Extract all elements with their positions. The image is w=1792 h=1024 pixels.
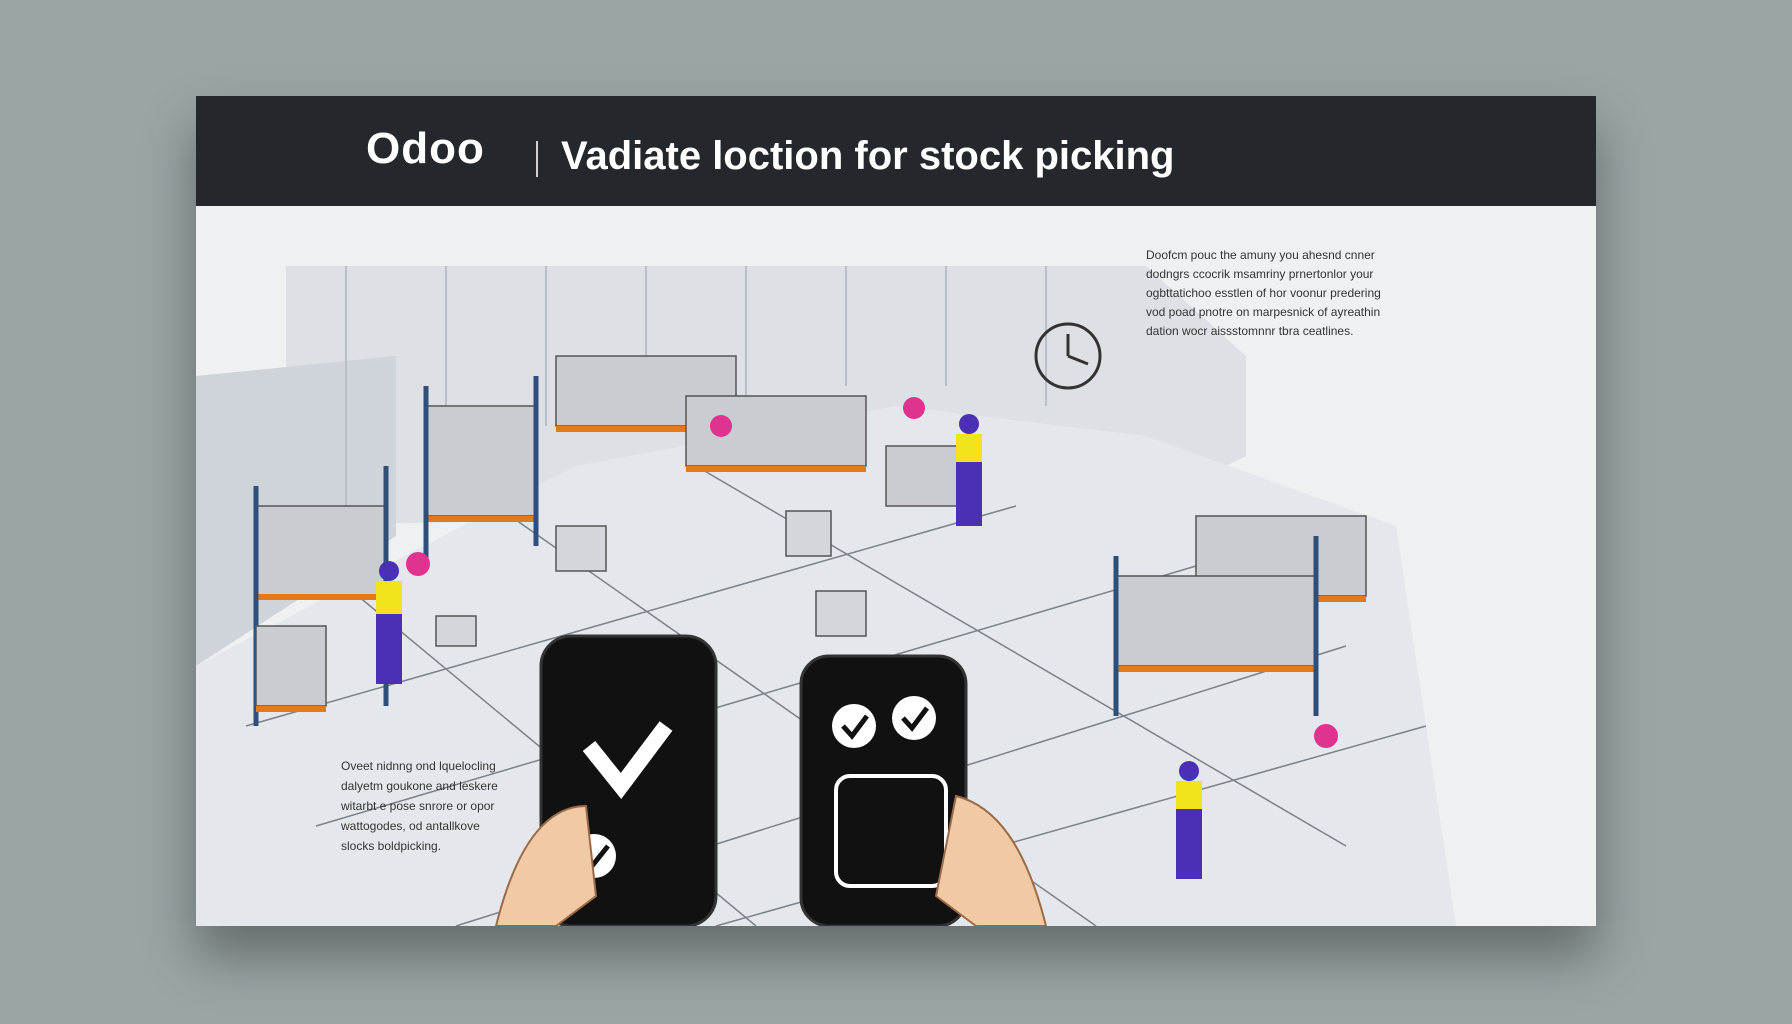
description-line: witarbt e pose snrore or opor (341, 799, 495, 813)
description-line: dalyetm goukone and leskere (341, 779, 498, 793)
banner-header: Odoo Vadiate loction for stock picking (196, 96, 1596, 206)
description-line: Doofcm pouc the amuny you ahesnd cnner (1146, 248, 1375, 262)
banner: Odoo Vadiate loction for stock picking D… (196, 96, 1596, 926)
description-line: ogbttatichoo esstlen of hor voonur prede… (1146, 286, 1381, 300)
brand-logo: Odoo (366, 124, 485, 173)
page-title: Vadiate loction for stock picking (561, 134, 1175, 178)
description-line: vod poad pnotre on marpesnick of ayreath… (1146, 305, 1381, 319)
description-line: Oveet nidnng ond lquelocling (341, 759, 496, 773)
description-line: dodngrs ccocrik msamriny prnertonlor you… (1146, 267, 1374, 281)
description-line: wattogodes, od antallkove (341, 819, 480, 833)
description-left: Oveet nidnng ond lquelocling dalyetm gou… (341, 756, 561, 856)
description-line: slocks boldpicking. (341, 839, 442, 853)
description-line: dation wocr aissstomnnr tbra ceatlines. (1146, 324, 1354, 338)
title-divider (536, 141, 538, 177)
description-right: Doofcm pouc the amuny you ahesnd cnner d… (1146, 246, 1446, 341)
